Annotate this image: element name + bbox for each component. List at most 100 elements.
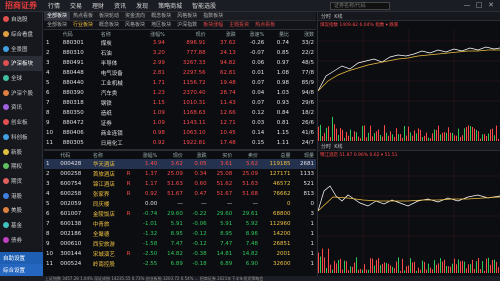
table-row[interactable]: 6 880390 汽车类 1.23 2370.40 28.74 0.04 1.03 94/8 (44, 88, 316, 98)
tab-intraday-2[interactable]: 分时 (321, 143, 331, 150)
volume-bar (462, 135, 463, 141)
close-icon[interactable]: ✕ (485, 1, 497, 9)
sub-tab[interactable]: 热点看板 (252, 21, 278, 29)
table-row[interactable]: 1 000428 华天酒店 1.40 3.62 0.05 3.61 3.62 119185 268… (44, 159, 316, 169)
menu-item[interactable]: 智能选股 (187, 1, 221, 10)
table-row[interactable]: 5 880440 工业机械 1.71 1156.72 19.48 0.07 0.98 85/9 (44, 78, 316, 88)
stock-intraday-chart[interactable]: 锦江酒店 51.87 0.96% 0.62 ▾ 51.51 (317, 151, 500, 275)
sidebar-item[interactable]: 全球 (0, 71, 42, 86)
column-header[interactable]: 代码 (58, 151, 91, 159)
sidebar-item[interactable]: 沪深板块 (0, 56, 42, 71)
tab[interactable]: 板块轮动 (96, 12, 122, 20)
column-header[interactable]: 名称 (99, 30, 139, 38)
tab[interactable]: 资金流向 (122, 12, 148, 20)
search-input[interactable]: 证券名称/代码 (330, 2, 390, 10)
sub-tab[interactable]: 板块涨幅 (200, 21, 226, 29)
menu-item[interactable]: 资讯 (109, 1, 131, 10)
table-row[interactable]: 9 000610 西安旅游 -1.58 7.47 -0.12 7.47 7.48 26851 1 (44, 239, 316, 249)
sidebar-item[interactable]: 综合看盘 (0, 27, 42, 42)
column-header[interactable]: 代码 (61, 30, 99, 38)
column-header[interactable] (44, 30, 61, 38)
table-row[interactable]: 11 000524 岭南控股 -2.55 6.89 -0.18 6.89 6.90 32600 1 (44, 259, 316, 269)
menu-item[interactable]: 策略商城 (153, 1, 187, 10)
sub-tab[interactable]: 行业板块 (70, 21, 96, 29)
column-header[interactable] (44, 151, 58, 159)
tab-kline-2[interactable]: K线 (334, 143, 342, 150)
table-row[interactable]: 6 601007 金陵饭店 R -0.74 29.60 -0.22 29.60 29.61 688… (44, 209, 316, 219)
sidebar-item[interactable]: 美股 (0, 203, 42, 218)
sub-tab[interactable]: 沪深指数 (174, 21, 200, 29)
tab[interactable]: 风格板块 (174, 12, 200, 20)
sub-tab[interactable]: 全部板块 (44, 21, 70, 29)
tab[interactable]: 概念板块 (148, 12, 174, 20)
sidebar-item[interactable]: 期货 (0, 174, 42, 189)
menu-item[interactable]: 发现 (131, 1, 153, 10)
sector-intraday-chart[interactable]: 煤炭指数 1409.82 6.04% 指数 ▾ 跌家 (317, 21, 500, 142)
sidebar-item[interactable]: 全景图 (0, 41, 42, 56)
column-header[interactable]: 总量 (260, 151, 293, 159)
table-row[interactable]: 5 002059 同庆楼 0.00 — — — — 0 0 (44, 199, 316, 209)
sub-tab[interactable]: 地区板块 (148, 21, 174, 29)
column-header[interactable]: 涨跌 (208, 30, 238, 38)
menu-item[interactable]: 理财 (87, 1, 109, 10)
column-header[interactable]: 买价 (209, 151, 235, 159)
table-row[interactable]: 8 880350 造纸 1.09 1168.63 12.66 0.12 0.84 18/2 (44, 108, 316, 118)
column-header[interactable]: 名称 (91, 151, 125, 159)
tab-kline[interactable]: K线 (334, 13, 342, 20)
volume-bar (452, 132, 453, 141)
column-header[interactable]: 卖价 (234, 151, 260, 159)
table-row[interactable]: 2 000258 首旅酒店 R 1.37 25.09 0.34 25.08 25.09 12717… (44, 169, 316, 179)
menu-item[interactable]: 行情 (43, 1, 65, 10)
column-header[interactable]: 涨速% (238, 30, 267, 38)
minimize-icon[interactable]: — (461, 1, 473, 9)
table-row[interactable]: 1 880301 煤炭 3.94 896.91 37.62 -0.26 0.74 33/2 (44, 38, 316, 48)
general-setup-button[interactable]: 综合设置 (0, 264, 43, 276)
table-row[interactable]: 7 600138 中青旅 -1.01 5.91 -0.06 5.91 5.92 112960 1 (44, 219, 316, 229)
column-header[interactable]: 涨幅% (135, 151, 159, 159)
sidebar-item[interactable]: 资讯 (0, 100, 42, 115)
column-header[interactable]: 涨跌 (185, 151, 209, 159)
table-row[interactable]: 3 600754 锦江酒店 R 1.17 51.63 0.60 51.62 51.63 46572… (44, 179, 316, 189)
tab[interactable]: 全部板块 (44, 12, 71, 20)
volume-bar (466, 126, 467, 141)
column-header[interactable] (125, 151, 135, 159)
tab[interactable]: 指数板块 (200, 12, 226, 20)
sub-tab[interactable]: 主题投资 (226, 21, 252, 29)
sidebar-item[interactable]: 自选股 (0, 12, 42, 27)
sidebar-item[interactable]: 创业板 (0, 115, 42, 130)
sub-tab[interactable]: 风格板块 (122, 21, 148, 29)
tab[interactable]: 热点看板 (70, 12, 96, 20)
cell-name: 全聚德 (92, 232, 110, 238)
column-header[interactable]: 现量 (293, 151, 316, 159)
sidebar-item[interactable]: 债券 (0, 232, 42, 247)
sub-tab[interactable]: 概念板块 (96, 21, 122, 29)
sidebar-item[interactable]: 沪深个股 (0, 85, 42, 100)
table-row[interactable]: 10 300144 宋城演艺 R -2.50 14.82 -0.38 14.81 14.82 20… (44, 249, 316, 259)
table-row[interactable]: 9 880472 证券 1.09 1143.11 12.71 0.03 0.81 26/6 (44, 118, 316, 128)
sidebar-item[interactable]: 基金 (0, 218, 42, 233)
volume-bar (338, 259, 339, 273)
column-header[interactable]: 涨幅% (138, 30, 167, 38)
table-row[interactable]: 4 880448 电气设备 2.81 2297.56 62.81 0.01 1.08 77/8 (44, 68, 316, 78)
self-setup-button[interactable]: 自助设置 (0, 252, 43, 264)
table-row[interactable]: 11 880305 日用化工 0.92 1922.81 17.48 0.15 1.11 24/7 (44, 138, 316, 148)
table-row[interactable]: 2 880310 石油 3.20 777.88 24.13 -0.07 0.85 22/2 (44, 48, 316, 58)
column-header[interactable]: 现价 (167, 30, 208, 38)
table-row[interactable]: 10 880406 商业连锁 0.98 1063.10 10.45 0.14 1.15 41/6 (44, 128, 316, 138)
sidebar-item[interactable]: 港股 (0, 188, 42, 203)
column-header[interactable]: 量比 (266, 30, 291, 38)
table-row[interactable]: 7 880318 钢铁 1.15 1010.31 11.43 0.07 0.93 29/6 (44, 98, 316, 108)
sidebar-item[interactable]: 科创板 (0, 130, 42, 145)
sidebar-item[interactable]: 期权 (0, 159, 42, 174)
maximize-icon[interactable]: □ (473, 1, 485, 9)
table-row[interactable]: 3 880491 半导体 2.99 3267.33 94.82 0.06 0.97 48/5 (44, 58, 316, 68)
table-row[interactable]: 4 600258 张家界 R 0.92 51.67 0.47 51.67 51.68 76662 8… (44, 189, 316, 199)
sidebar-item[interactable]: 新股 (0, 144, 42, 159)
column-header[interactable]: 现价 (159, 151, 185, 159)
tab-intraday[interactable]: 分时 (321, 13, 331, 20)
menu-item[interactable]: 交易 (65, 1, 87, 10)
table-row[interactable]: 8 002186 全聚德 -1.32 8.95 -0.12 8.95 8.96 14200 1 (44, 229, 316, 239)
volume-bar (386, 132, 387, 141)
cell-pct: 3.94 (152, 40, 165, 46)
column-header[interactable]: 涨数 (291, 30, 316, 38)
